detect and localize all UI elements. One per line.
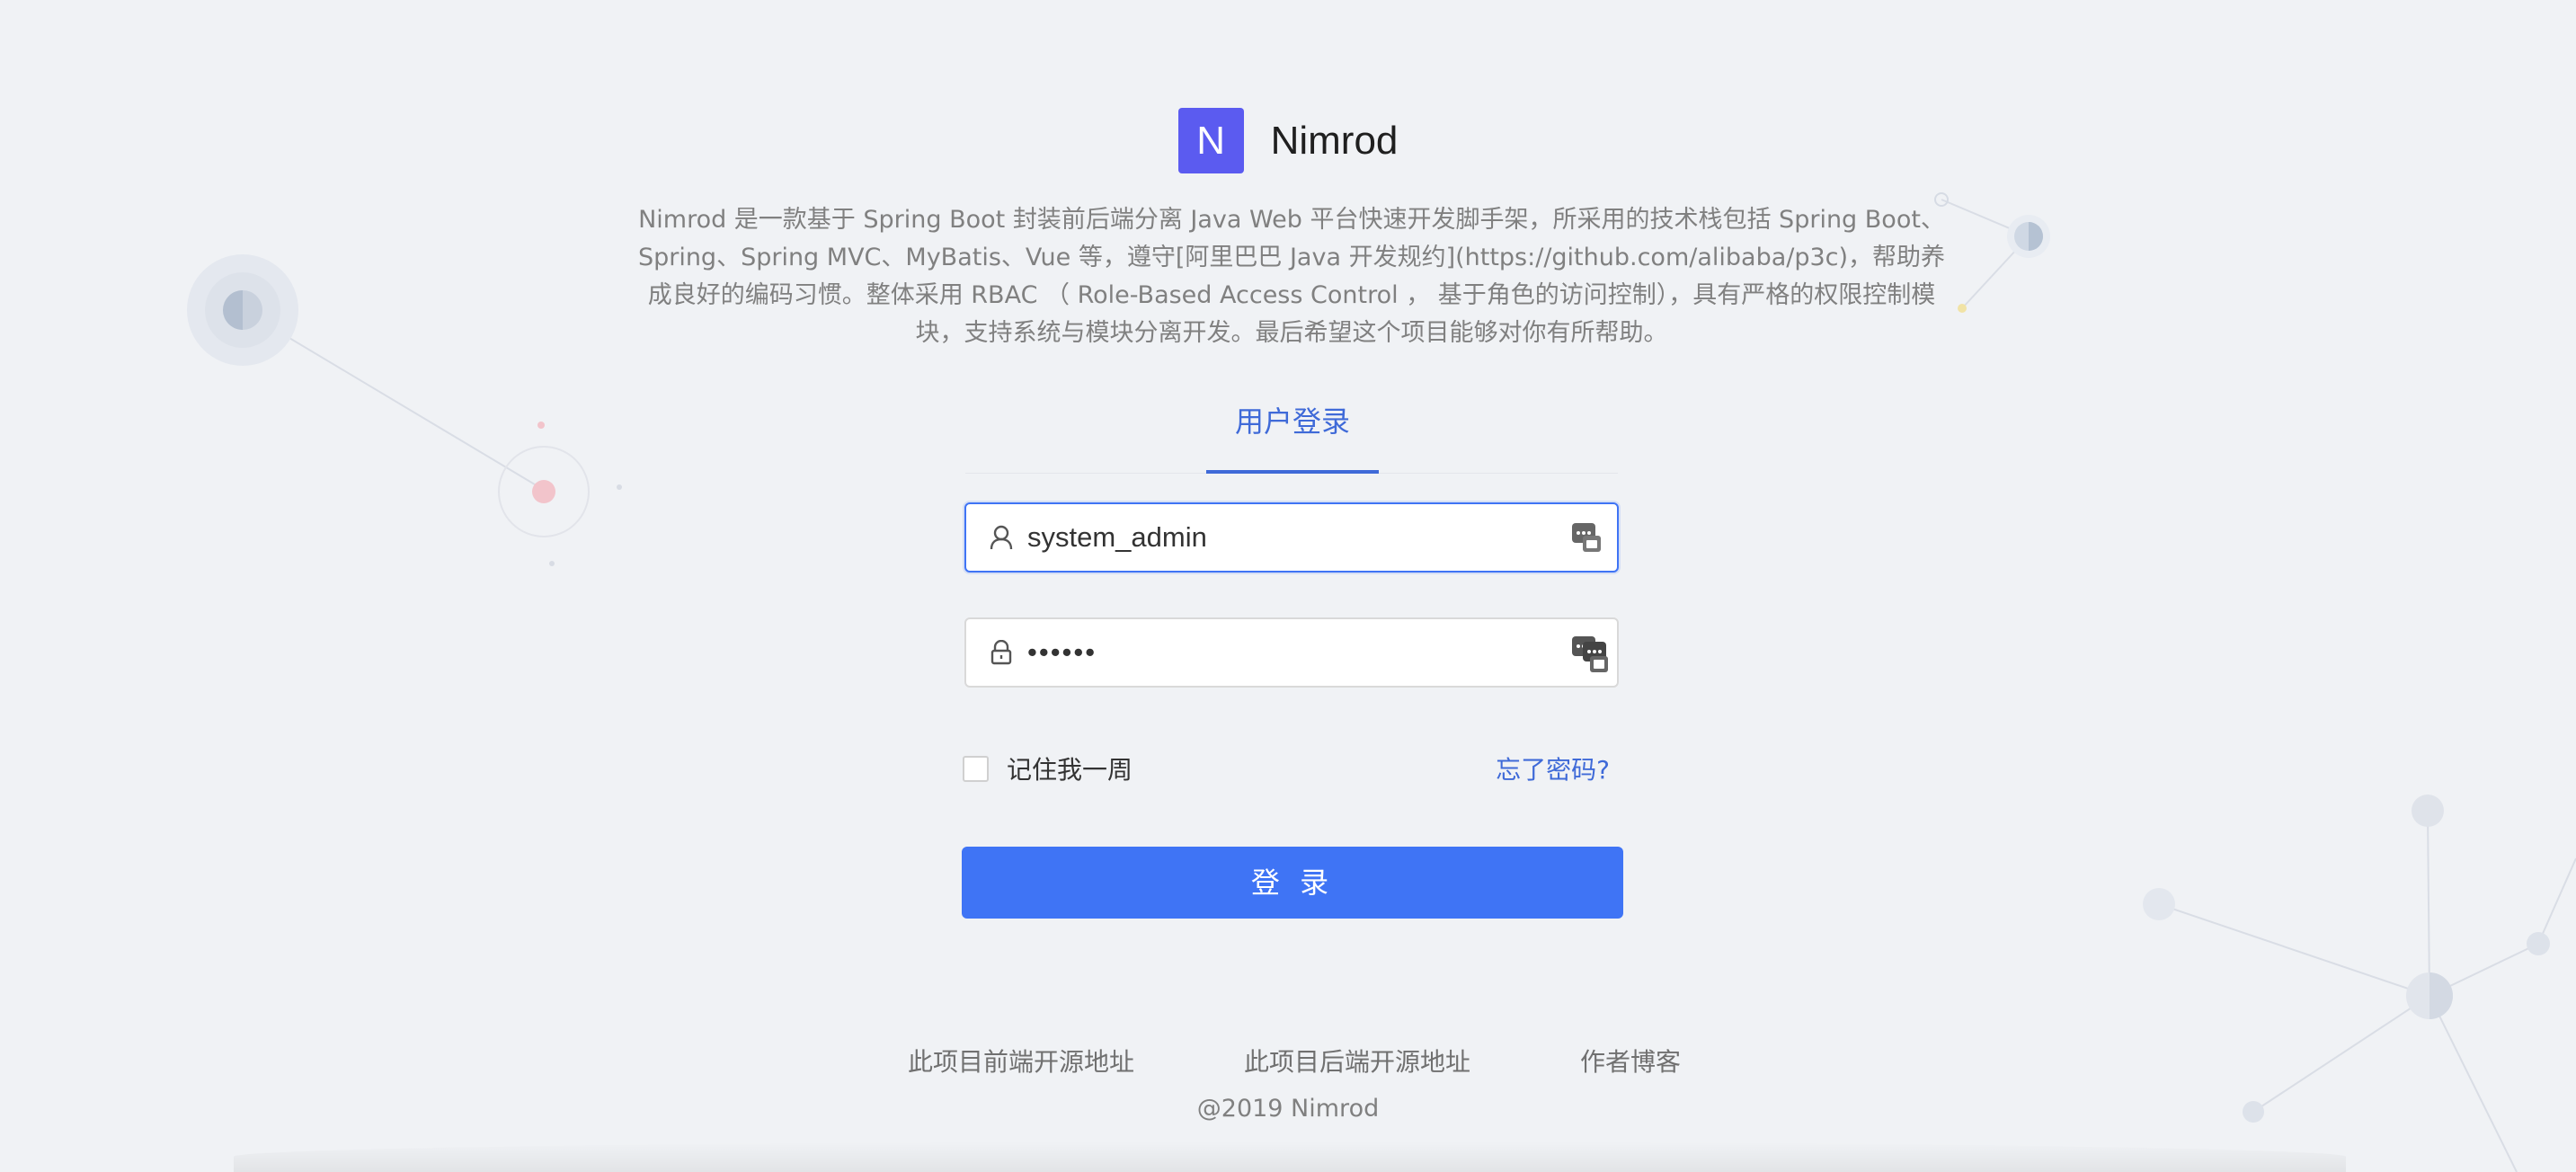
- forgot-password-link[interactable]: 忘了密码?: [1496, 750, 1610, 786]
- remember-me-label[interactable]: 记住我一周: [1007, 750, 1133, 786]
- app-name: Nimrod: [1270, 118, 1399, 163]
- lock-icon: [988, 639, 1015, 666]
- background-decoration: [187, 192, 2576, 1172]
- copyright: @2019 Nimrod: [1196, 1095, 1380, 1123]
- login-button[interactable]: 登 录: [962, 847, 1623, 919]
- user-icon: [988, 524, 1015, 551]
- backend-repo-link[interactable]: 此项目后端开源地址: [1244, 1043, 1470, 1079]
- username-field[interactable]: system_admin: [964, 502, 1619, 573]
- login-tabs: 用户登录: [965, 386, 1618, 474]
- frontend-repo-link[interactable]: 此项目前端开源地址: [908, 1043, 1134, 1079]
- app-description: Nimrod 是一款基于 Spring Boot 封装前后端分离 Java We…: [637, 206, 1946, 347]
- password-field[interactable]: ••••••: [964, 617, 1619, 688]
- password-manager-icon[interactable]: [1572, 521, 1601, 554]
- login-options-row: 记住我一周 忘了密码?: [963, 750, 1619, 786]
- app-logo: N: [1177, 108, 1244, 173]
- footer-links: 此项目前端开源地址 此项目后端开源地址 作者博客: [908, 1043, 1681, 1079]
- username-input[interactable]: system_admin: [1027, 521, 1572, 554]
- password-manager-icon[interactable]: [1572, 636, 1608, 672]
- brand-header: N Nimrod: [0, 108, 2576, 173]
- password-input[interactable]: ••••••: [1027, 636, 1572, 669]
- remember-me[interactable]: 记住我一周: [963, 750, 1133, 786]
- bottom-shadow: [234, 1141, 2346, 1172]
- author-blog-link[interactable]: 作者博客: [1580, 1043, 1681, 1079]
- tab-user-login[interactable]: 用户登录: [1206, 403, 1379, 474]
- remember-me-checkbox[interactable]: [963, 755, 989, 782]
